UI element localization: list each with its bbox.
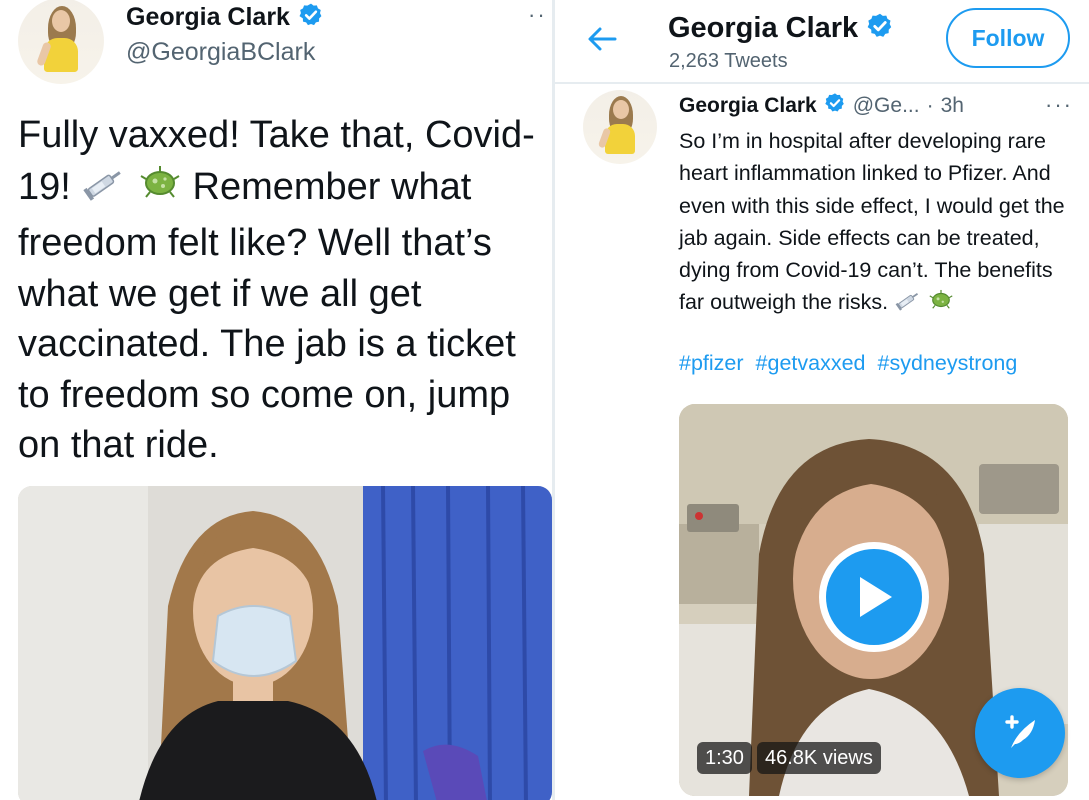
follow-button[interactable]: Follow [946,8,1070,68]
profile-title-row: Georgia Clark [668,12,894,45]
syringe-emoji-icon [81,163,127,217]
more-options-icon[interactable]: ·· [528,2,547,28]
hashtag-link[interactable]: #pfizer [679,351,744,375]
more-options-icon[interactable]: ··· [1045,92,1073,118]
play-button[interactable] [819,542,929,652]
compose-tweet-icon [1005,715,1035,748]
tweet-text: So I’m in hospital after developing rare… [679,125,1079,323]
compose-tweet-button[interactable] [975,688,1065,778]
hashtag-link[interactable]: #sydneystrong [877,351,1017,375]
play-icon [860,577,892,617]
arrow-left-icon[interactable] [587,26,617,57]
microbe-emoji-icon [138,161,182,219]
tweet-time[interactable]: 3h [941,94,964,118]
left-screenshot: Georgia Clark @GeorgiaBClark ·· Fully va… [0,0,552,800]
hashtag-link[interactable]: #getvaxxed [756,351,866,375]
syringe-emoji-icon [894,288,922,321]
header-divider [555,82,1089,84]
author-handle[interactable]: @GeorgiaBClark [126,38,315,67]
video-duration: 1:30 [697,742,752,774]
author-name-row[interactable]: Georgia Clark [126,2,324,33]
tweet-text: Fully vaxxed! Take that, Covid-19! Remem… [18,110,548,471]
meta-separator: · [926,94,934,117]
verified-badge-icon [298,2,324,33]
profile-title: Georgia Clark [668,12,859,44]
right-screenshot: Georgia Clark 2,263 Tweets Follow Georgi… [552,0,1089,800]
author-name[interactable]: Georgia Clark [679,94,817,118]
author-avatar[interactable] [18,0,104,84]
tweet-meta: Georgia Clark @Ge... · 3h [679,92,964,120]
video-views: 46.8K views [757,742,881,774]
author-name[interactable]: Georgia Clark [126,3,290,32]
author-handle[interactable]: @Ge... [853,94,920,118]
left-tweet-header: Georgia Clark @GeorgiaBClark ·· [0,0,552,100]
verified-badge-icon [866,12,894,45]
tweet-text-main: So I’m in hospital after developing rare… [679,129,1065,315]
tweet-photo[interactable] [18,486,552,800]
hashtags: #pfizer #getvaxxed #sydneystrong [679,351,1023,376]
tweet-count: 2,263 Tweets [669,50,788,72]
verified-badge-icon [824,92,846,120]
microbe-emoji-icon [928,287,954,322]
author-avatar[interactable] [583,90,657,164]
